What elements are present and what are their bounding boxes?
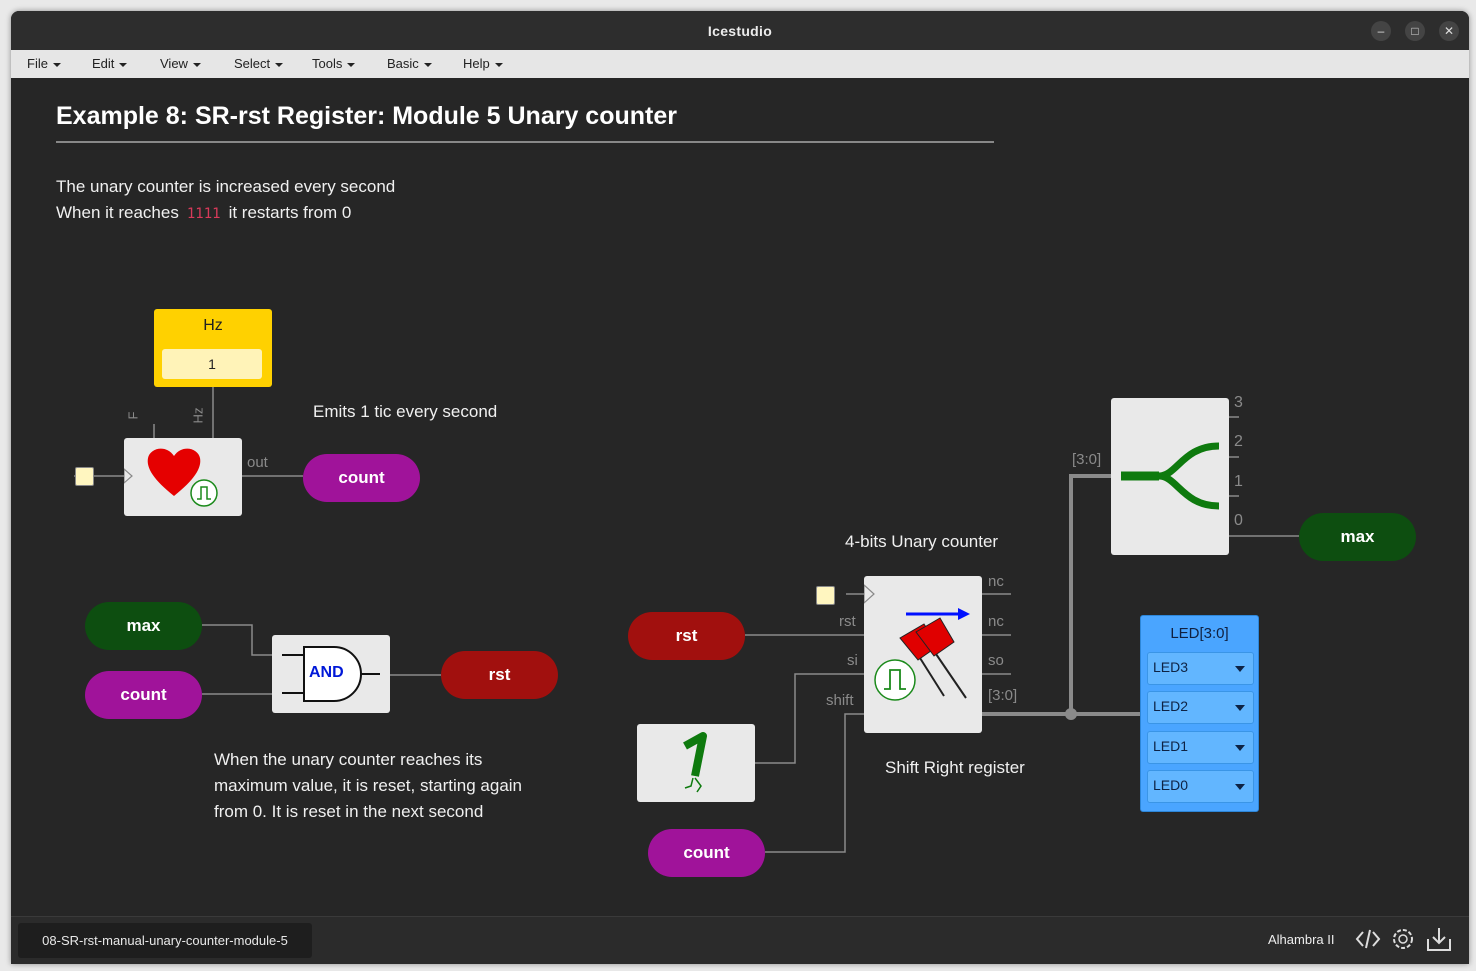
code-icon[interactable] bbox=[1354, 925, 1382, 953]
menu-view-label: View bbox=[160, 56, 188, 71]
app-window: Icestudio – □ ✕ File Edit View Select To… bbox=[11, 11, 1469, 964]
design-canvas[interactable]: Example 8: SR-rst Register: Module 5 Una… bbox=[11, 78, 1469, 916]
settings-icon[interactable] bbox=[1389, 925, 1417, 953]
description-line-1: The unary counter is increased every sec… bbox=[56, 177, 396, 196]
label-count-1[interactable]: count bbox=[303, 454, 420, 502]
led2-label: LED2 bbox=[1153, 698, 1189, 714]
splitter-bus-label: [3:0] bbox=[1072, 451, 1102, 468]
menu-bar: File Edit View Select Tools Basic Help bbox=[11, 50, 1469, 79]
pulse-icon bbox=[874, 659, 916, 701]
pin-shift: shift bbox=[826, 692, 854, 709]
led-block-title: LED[3:0] bbox=[1170, 625, 1229, 642]
reset-comment-line-3: from 0. It is reset in the next second bbox=[214, 802, 484, 821]
menu-help[interactable]: Help bbox=[463, 56, 503, 71]
led3-select[interactable]: LED3 bbox=[1147, 652, 1254, 685]
led0-label: LED0 bbox=[1153, 777, 1189, 793]
constant-one-block[interactable] bbox=[637, 724, 755, 802]
board-name[interactable]: Alhambra II bbox=[1268, 932, 1334, 947]
clock-input[interactable] bbox=[75, 467, 94, 486]
pin-rst: rst bbox=[839, 613, 856, 630]
label-rst-input[interactable]: rst bbox=[628, 612, 745, 660]
menu-view[interactable]: View bbox=[160, 56, 201, 71]
pin-so: so bbox=[988, 652, 1004, 669]
chevron-down-icon bbox=[1235, 745, 1245, 751]
description-line-2: When it reaches 1111 it restarts from 0 bbox=[56, 203, 351, 223]
splitter-block[interactable] bbox=[1111, 398, 1229, 555]
reset-comment: When the unary counter reaches its maxim… bbox=[214, 747, 522, 825]
label-max-output[interactable]: max bbox=[1299, 513, 1416, 561]
menu-tools-label: Tools bbox=[312, 56, 343, 71]
pin-f: F bbox=[125, 411, 141, 420]
description-line-2-pre: When it reaches bbox=[56, 203, 179, 222]
heart-icon bbox=[123, 448, 201, 496]
reset-comment-line-1: When the unary counter reaches its bbox=[214, 750, 483, 769]
code-value: 1111 bbox=[186, 206, 221, 222]
label-rst-output[interactable]: rst bbox=[441, 651, 558, 699]
pin-nc-1: nc bbox=[988, 573, 1004, 590]
menu-edit[interactable]: Edit bbox=[92, 56, 128, 71]
window-title: Icestudio bbox=[707, 23, 773, 39]
menu-select-label: Select bbox=[234, 56, 271, 71]
constant-one-icon bbox=[683, 732, 707, 793]
pin-hz: Hz bbox=[190, 407, 206, 424]
chevron-down-icon bbox=[1235, 705, 1245, 711]
title-bar: Icestudio – □ ✕ bbox=[11, 11, 1469, 50]
split-out-2: 2 bbox=[1234, 433, 1243, 450]
menu-basic[interactable]: Basic bbox=[387, 56, 432, 71]
menu-edit-label: Edit bbox=[92, 56, 115, 71]
hz-constant-block[interactable]: Hz 1 bbox=[154, 309, 272, 387]
and-gate-label: AND bbox=[309, 664, 344, 681]
register-clock-input[interactable] bbox=[816, 586, 835, 605]
page-title: Example 8: SR-rst Register: Module 5 Una… bbox=[56, 102, 677, 130]
heartbeat-block[interactable] bbox=[123, 438, 242, 516]
status-bar: 08-SR-rst-manual-unary-counter-module-5 … bbox=[11, 916, 1469, 964]
minimize-button[interactable]: – bbox=[1371, 21, 1391, 41]
menu-basic-label: Basic bbox=[387, 56, 419, 71]
counter-comment: 4-bits Unary counter bbox=[845, 532, 999, 551]
label-count-3[interactable]: count bbox=[648, 829, 765, 877]
split-out-0: 0 bbox=[1234, 512, 1243, 529]
led1-select[interactable]: LED1 bbox=[1147, 731, 1254, 764]
menu-help-label: Help bbox=[463, 56, 490, 71]
pin-nc-2: nc bbox=[988, 613, 1004, 630]
chevron-down-icon bbox=[1235, 784, 1245, 790]
hz-title: Hz bbox=[203, 317, 223, 334]
led0-select[interactable]: LED0 bbox=[1147, 770, 1254, 803]
hz-value-input[interactable]: 1 bbox=[162, 349, 262, 379]
label-count-2[interactable]: count bbox=[85, 671, 202, 719]
shift-register-block[interactable] bbox=[863, 576, 982, 733]
title-divider bbox=[56, 141, 994, 143]
pin-bus-out: [3:0] bbox=[988, 687, 1018, 704]
maximize-button[interactable]: □ bbox=[1405, 21, 1425, 41]
file-tab[interactable]: 08-SR-rst-manual-unary-counter-module-5 bbox=[18, 923, 312, 958]
pin-out: out bbox=[247, 454, 268, 471]
split-out-3: 3 bbox=[1234, 394, 1243, 411]
menu-select[interactable]: Select bbox=[234, 56, 284, 71]
hz-comment: Emits 1 tic every second bbox=[313, 402, 498, 421]
arrow-right-icon bbox=[906, 608, 970, 620]
menu-file-label: File bbox=[27, 56, 48, 71]
label-max-input[interactable]: max bbox=[85, 602, 202, 650]
chevron-down-icon bbox=[1235, 666, 1245, 672]
pin-si: si bbox=[847, 652, 858, 669]
close-button[interactable]: ✕ bbox=[1439, 21, 1459, 41]
split-out-1: 1 bbox=[1234, 473, 1243, 490]
description-line-2-post: it restarts from 0 bbox=[228, 203, 352, 222]
led-output-block[interactable]: LED[3:0] LED3 LED2 LED1 LED0 bbox=[1140, 615, 1259, 812]
pulse-icon bbox=[190, 479, 218, 507]
split-icon bbox=[1121, 442, 1220, 510]
register-comment: Shift Right register bbox=[885, 758, 1025, 777]
and-gate-block[interactable]: AND bbox=[272, 635, 390, 713]
menu-tools[interactable]: Tools bbox=[312, 56, 356, 71]
download-icon[interactable] bbox=[1425, 925, 1453, 953]
led3-label: LED3 bbox=[1153, 659, 1189, 675]
shift-register-graphic bbox=[863, 583, 970, 701]
reset-comment-line-2: maximum value, it is reset, starting aga… bbox=[214, 776, 523, 795]
led2-select[interactable]: LED2 bbox=[1147, 691, 1254, 724]
menu-file[interactable]: File bbox=[27, 56, 61, 71]
led1-label: LED1 bbox=[1153, 738, 1189, 754]
